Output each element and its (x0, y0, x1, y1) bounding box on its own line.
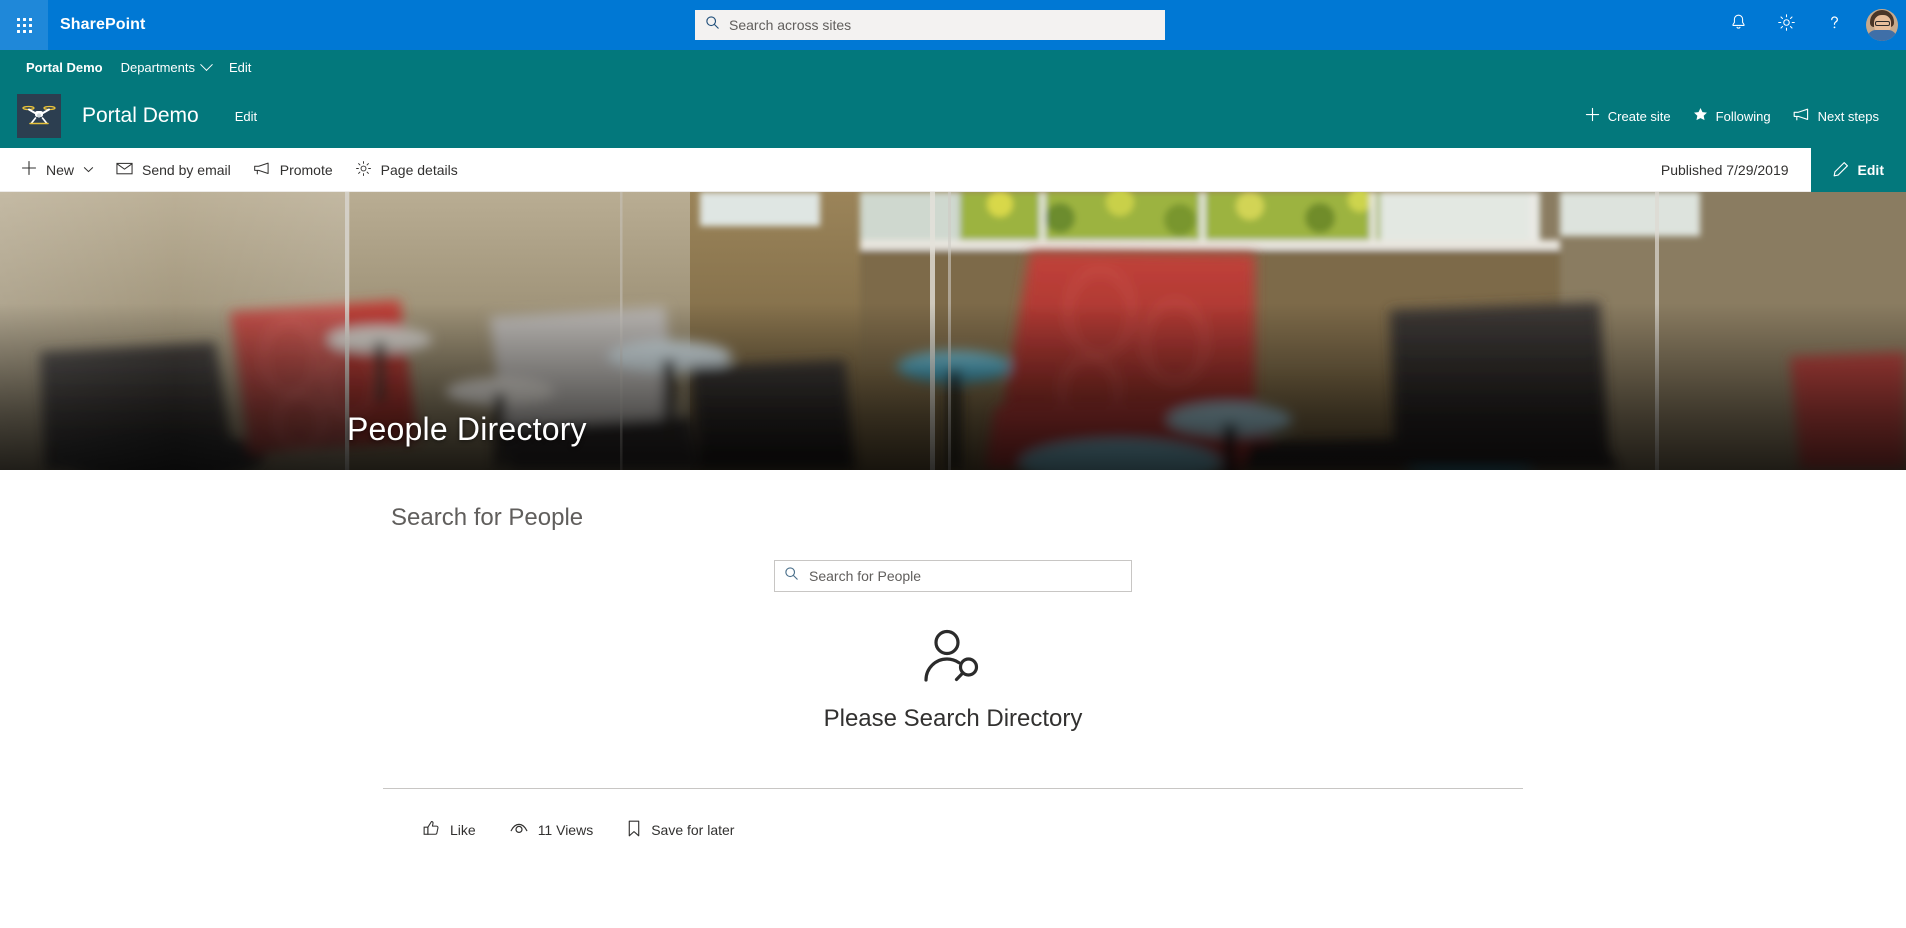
settings-button[interactable] (1762, 0, 1810, 50)
site-header: Portal Demo Edit Create site Following N… (0, 84, 1906, 148)
page-canvas: Search for People Search for People Plea… (383, 504, 1523, 733)
avatar (1866, 9, 1898, 41)
app-launcher-button[interactable] (0, 0, 48, 50)
site-logo[interactable] (17, 94, 61, 138)
plus-icon (21, 160, 37, 179)
hub-nav-label: Edit (229, 59, 252, 75)
gear-icon (1777, 13, 1796, 37)
promote-button[interactable]: Promote (242, 148, 344, 192)
create-site-label: Create site (1607, 108, 1671, 124)
hero-title: People Directory (347, 411, 587, 447)
send-by-email-button[interactable]: Send by email (105, 148, 242, 192)
bell-icon (1729, 13, 1748, 37)
suite-search-wrapper (695, 10, 1165, 40)
create-site-button[interactable]: Create site (1575, 100, 1681, 132)
help-button[interactable] (1810, 0, 1858, 50)
suite-search-box[interactable] (695, 10, 1165, 40)
suite-search-input[interactable] (729, 11, 1155, 39)
megaphone-icon (253, 161, 271, 179)
person-search-icon (922, 628, 984, 691)
following-button[interactable]: Following (1683, 100, 1781, 132)
edit-page-button[interactable]: Edit (1810, 148, 1906, 192)
chevron-down-icon (200, 57, 213, 71)
empty-state: Please Search Directory (391, 628, 1515, 733)
webpart-title: Search for People (391, 504, 584, 531)
published-status: Published 7/29/2019 (1660, 162, 1789, 178)
promote-label: Promote (279, 161, 333, 178)
send-by-email-label: Send by email (142, 161, 231, 178)
drone-logo-icon (22, 99, 56, 134)
page-body: Search for People Search for People Plea… (0, 470, 1906, 847)
site-header-actions: Create site Following Next steps (1575, 100, 1889, 132)
eye-icon (510, 822, 528, 839)
help-icon (1825, 13, 1844, 37)
hero-banner: People Directory (0, 192, 1906, 470)
empty-state-message: Please Search Directory (823, 705, 1083, 732)
waffle-icon (16, 17, 32, 33)
site-title[interactable]: Portal Demo (82, 104, 199, 128)
hub-nav-item-departments[interactable]: Departments (112, 50, 220, 84)
command-bar-right: Published 7/29/2019 Edit (1661, 148, 1906, 192)
save-for-later-label: Save for later (651, 822, 735, 838)
people-search-input[interactable] (809, 561, 1122, 591)
hero-image (0, 192, 1906, 470)
page-details-button[interactable]: Page details (344, 148, 469, 192)
star-icon (1693, 107, 1708, 125)
search-icon (705, 15, 720, 35)
hub-nav-item-edit[interactable]: Edit (220, 50, 260, 84)
like-label: Like (450, 822, 476, 838)
command-bar: New Send by email Promote Page details P… (0, 148, 1906, 192)
new-label: New (46, 161, 75, 178)
suite-brand-sharepoint[interactable]: SharePoint (48, 0, 157, 50)
page-footer-actions: Like 11 Views Save for later (383, 789, 1523, 847)
page-details-label: Page details (380, 161, 458, 178)
pencil-icon (1833, 161, 1849, 180)
save-for-later-button[interactable]: Save for later (615, 813, 746, 847)
notifications-button[interactable] (1714, 0, 1762, 50)
views-count: 11 Views (498, 815, 606, 846)
people-search-box[interactable] (774, 560, 1132, 592)
hub-nav-item-portal-demo[interactable]: Portal Demo (17, 50, 112, 84)
mail-icon (116, 161, 133, 179)
hub-nav-label: Portal Demo (26, 59, 103, 75)
site-nav-edit-link[interactable]: Edit (227, 104, 265, 129)
hub-navigation-bar: Portal Demo Departments Edit (0, 50, 1906, 84)
thumbs-up-icon (423, 820, 440, 840)
search-icon (784, 566, 799, 586)
people-search-row (391, 560, 1515, 592)
following-label: Following (1715, 108, 1771, 124)
hub-nav-label: Departments (120, 59, 195, 75)
gear-icon (355, 160, 372, 180)
like-button[interactable]: Like (411, 813, 488, 847)
megaphone-icon (1793, 107, 1810, 125)
views-label: 11 Views (537, 822, 594, 838)
suite-bar-actions (1714, 0, 1906, 50)
edit-page-label: Edit (1857, 162, 1884, 178)
next-steps-button[interactable]: Next steps (1783, 100, 1889, 132)
plus-icon (1585, 107, 1600, 125)
next-steps-label: Next steps (1817, 108, 1879, 124)
chevron-down-icon (83, 162, 94, 178)
suite-bar: SharePoint (0, 0, 1906, 50)
new-button[interactable]: New (10, 148, 105, 192)
account-button[interactable] (1858, 0, 1906, 50)
bookmark-icon (627, 820, 641, 840)
